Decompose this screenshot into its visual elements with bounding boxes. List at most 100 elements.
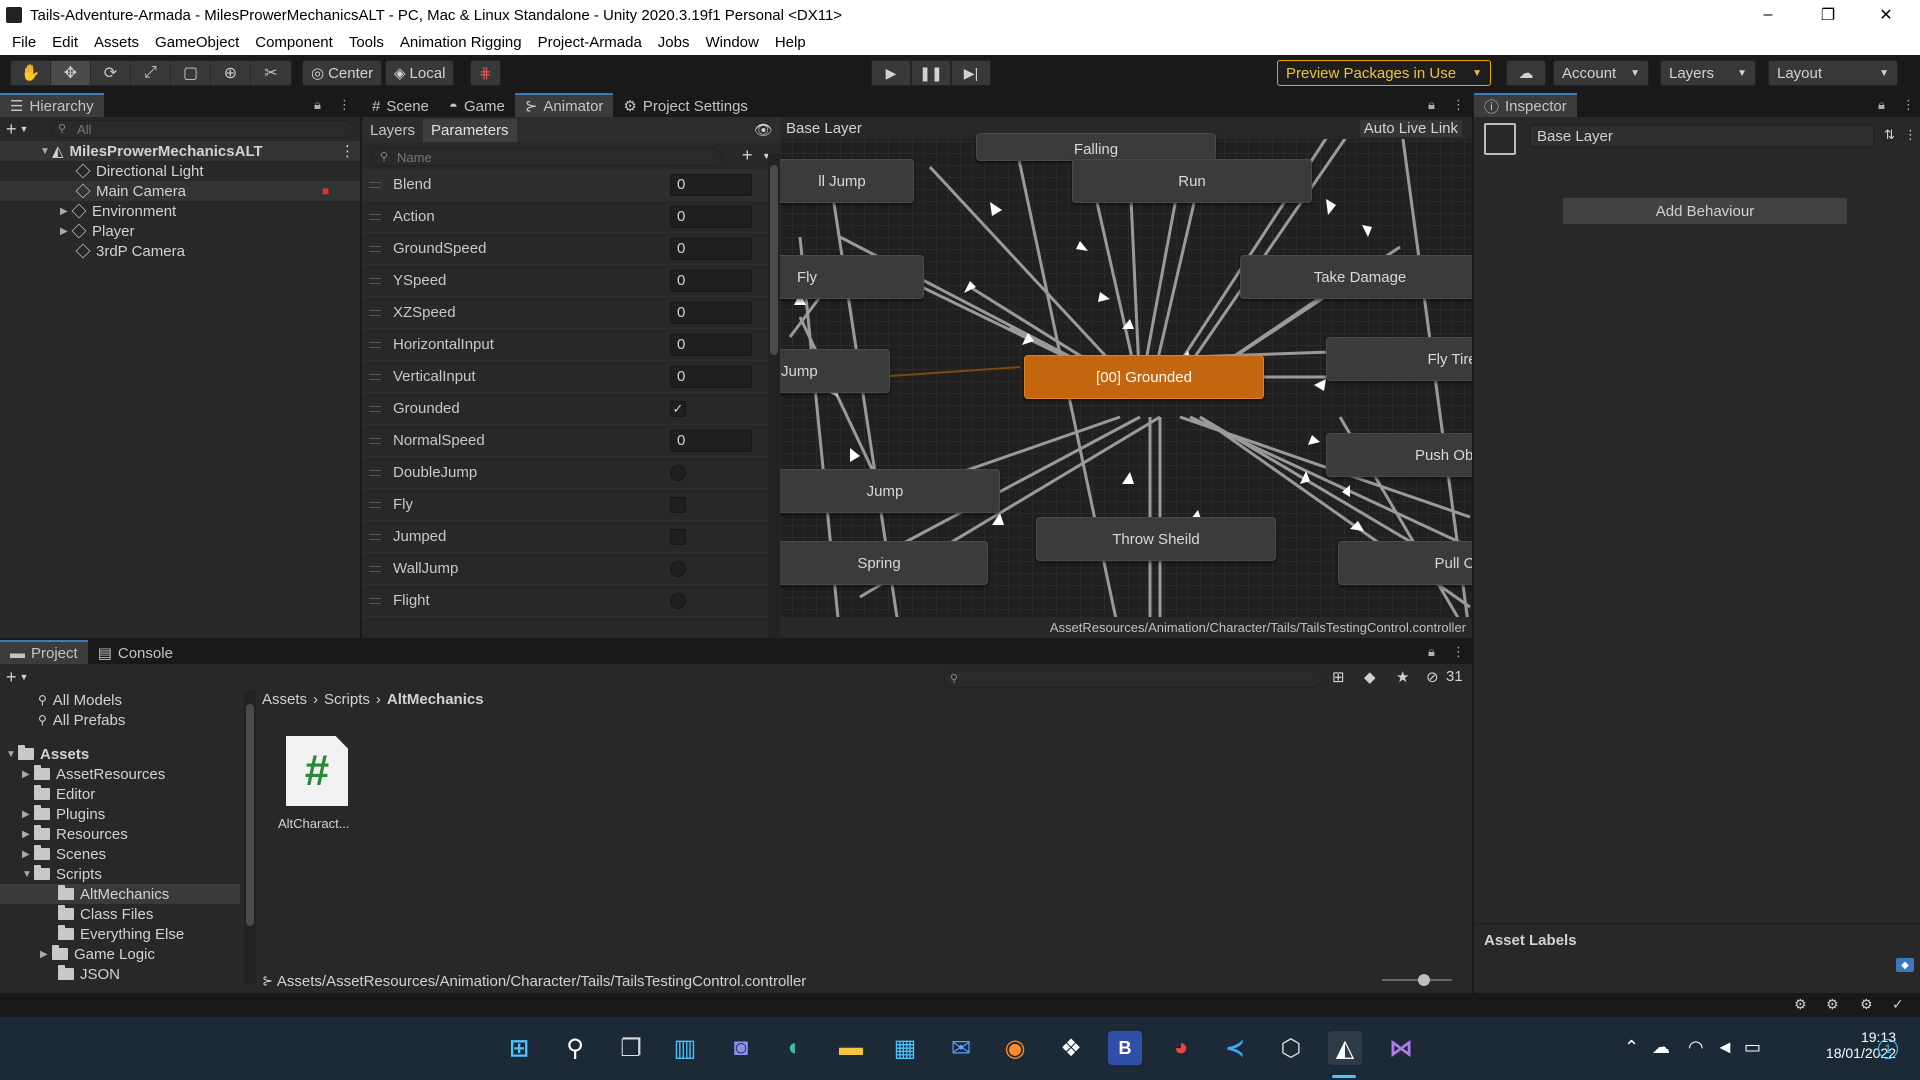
param-trigger-radio[interactable]: [670, 464, 686, 481]
layers-dropdown[interactable]: Layers ▼: [1660, 60, 1756, 86]
param-row[interactable]: DoubleJump: [362, 457, 768, 489]
task-view-icon[interactable]: ❐: [614, 1031, 648, 1065]
folder-item[interactable]: ▼ Assets: [6, 744, 89, 764]
progress-icon[interactable]: ✓: [1892, 996, 1904, 1013]
drag-handle-icon[interactable]: [369, 501, 381, 508]
tag-icon[interactable]: ◆: [1896, 958, 1914, 972]
store-icon[interactable]: ▦: [888, 1031, 922, 1065]
subtab-layers[interactable]: Layers: [362, 122, 423, 139]
param-value-input[interactable]: 0: [670, 333, 752, 356]
menu-project-armada[interactable]: Project-Armada: [530, 34, 650, 51]
param-row[interactable]: Grounded ✓: [362, 393, 768, 425]
lock-icon[interactable]: 🔒︎: [314, 97, 321, 113]
param-value-input[interactable]: 0: [670, 301, 752, 324]
param-value-input[interactable]: 0: [670, 205, 752, 228]
kebab-menu-icon[interactable]: ⋮: [1904, 127, 1917, 143]
kebab-menu-icon[interactable]: ⋮: [1452, 97, 1465, 113]
unity-hub-icon[interactable]: ⬡: [1274, 1031, 1308, 1065]
param-row[interactable]: VerticalInput 0: [362, 361, 768, 393]
favorite-item[interactable]: ⚲ All Models: [38, 690, 122, 710]
folder-item-selected[interactable]: AltMechanics: [0, 884, 240, 904]
tree-item[interactable]: 3rdP Camera: [0, 241, 360, 261]
tree-item[interactable]: ▶ Environment: [0, 201, 360, 221]
param-value-input[interactable]: 0: [670, 237, 752, 260]
pause-icon[interactable]: ❚❚: [911, 60, 951, 86]
firefox-icon[interactable]: ◉: [998, 1031, 1032, 1065]
folder-item[interactable]: ▶ AssetResources: [22, 764, 165, 784]
hand-tool-icon[interactable]: ✋: [11, 61, 51, 85]
kebab-menu-icon[interactable]: ⋮: [1902, 97, 1915, 113]
move-tool-icon[interactable]: ✥: [51, 61, 91, 85]
drag-handle-icon[interactable]: [369, 181, 381, 188]
folder-item[interactable]: ▶ Plugins: [22, 804, 105, 824]
folder-item[interactable]: Everything Else: [58, 924, 184, 944]
tab-inspector[interactable]: ⓘ Inspector: [1474, 93, 1577, 117]
param-bool-checkbox[interactable]: [670, 496, 686, 513]
parameters-scrollbar[interactable]: [768, 153, 780, 638]
tab-console[interactable]: ▤ Console: [87, 640, 183, 664]
menu-help[interactable]: Help: [767, 34, 814, 51]
param-value-input[interactable]: 0: [670, 365, 752, 388]
onedrive-icon[interactable]: ☁: [1652, 1037, 1670, 1058]
drag-handle-icon[interactable]: [369, 405, 381, 412]
param-trigger-radio[interactable]: [670, 592, 686, 609]
preview-packages-dropdown[interactable]: Preview Packages in Use ▼: [1277, 60, 1491, 86]
folder-item[interactable]: Class Files: [58, 904, 153, 924]
add-behaviour-button[interactable]: Add Behaviour: [1562, 197, 1848, 225]
breadcrumb-item[interactable]: Scripts: [324, 691, 370, 708]
menu-edit[interactable]: Edit: [44, 34, 86, 51]
pivot-mode-button[interactable]: ◎ Center: [302, 60, 383, 86]
add-parameter-button[interactable]: +: [742, 145, 753, 166]
menu-window[interactable]: Window: [697, 34, 766, 51]
tab-project[interactable]: ▬ Project: [0, 640, 88, 664]
play-icon[interactable]: ▶: [871, 60, 911, 86]
param-row[interactable]: XZSpeed 0: [362, 297, 768, 329]
auto-generate-icon[interactable]: ⚙: [1860, 996, 1873, 1013]
close-button[interactable]: ✕: [1858, 0, 1914, 30]
rect-tool-icon[interactable]: ▢: [171, 61, 211, 85]
menu-jobs[interactable]: Jobs: [650, 34, 698, 51]
search-icon[interactable]: ⚲: [558, 1031, 592, 1065]
scrollbar-thumb[interactable]: [246, 704, 254, 926]
drag-handle-icon[interactable]: [369, 437, 381, 444]
breadcrumb-item[interactable]: Assets: [262, 691, 307, 708]
unity-editor-icon[interactable]: ◭: [1328, 1031, 1362, 1065]
chevron-right-icon[interactable]: ▶: [60, 226, 72, 237]
param-row[interactable]: WallJump: [362, 553, 768, 585]
state-node[interactable]: Throw Sheild: [1036, 517, 1276, 561]
param-value-input[interactable]: 0: [670, 429, 752, 452]
drag-handle-icon[interactable]: [369, 469, 381, 476]
csharp-script-icon[interactable]: #: [286, 736, 348, 806]
drag-handle-icon[interactable]: [369, 277, 381, 284]
param-bool-checkbox[interactable]: [670, 528, 686, 545]
hidden-packages-icon[interactable]: ⊘: [1426, 668, 1439, 686]
param-row[interactable]: HorizontalInput 0: [362, 329, 768, 361]
folder-tree-scrollbar[interactable]: [244, 690, 256, 984]
state-node[interactable]: Push Obje: [1326, 433, 1472, 477]
drag-handle-icon[interactable]: [369, 533, 381, 540]
b-app-icon[interactable]: B: [1108, 1031, 1142, 1065]
layer-breadcrumb[interactable]: Base Layer: [780, 120, 862, 137]
filter-by-type-icon[interactable]: ⊞: [1332, 668, 1345, 686]
custom-tool-icon[interactable]: ✂: [251, 61, 291, 85]
state-node[interactable]: Fly: [780, 255, 924, 299]
param-row[interactable]: Blend 0: [362, 169, 768, 201]
animator-graph[interactable]: Base Layer Auto Live Link Falling ll Jum…: [780, 117, 1472, 638]
state-node-default[interactable]: [00] Grounded: [1024, 355, 1264, 399]
tab-scene[interactable]: # Scene: [362, 93, 439, 117]
param-row[interactable]: Fly: [362, 489, 768, 521]
minimize-button[interactable]: –: [1740, 0, 1796, 30]
state-node[interactable]: Jump: [780, 349, 890, 393]
tab-game[interactable]: ◓ Game: [438, 93, 515, 117]
chrome-icon[interactable]: ◕: [1164, 1031, 1198, 1065]
state-node[interactable]: Fly Tired: [1326, 337, 1472, 381]
favorite-item[interactable]: ⚲ All Prefabs: [38, 710, 125, 730]
drag-handle-icon[interactable]: [369, 565, 381, 572]
param-row[interactable]: YSpeed 0: [362, 265, 768, 297]
drag-handle-icon[interactable]: [369, 597, 381, 604]
notification-badge[interactable]: 1: [1878, 1039, 1898, 1059]
menu-component[interactable]: Component: [247, 34, 341, 51]
param-row[interactable]: NormalSpeed 0: [362, 425, 768, 457]
dropbox-icon[interactable]: ❖: [1054, 1031, 1088, 1065]
chevron-right-icon[interactable]: ▶: [60, 206, 72, 217]
